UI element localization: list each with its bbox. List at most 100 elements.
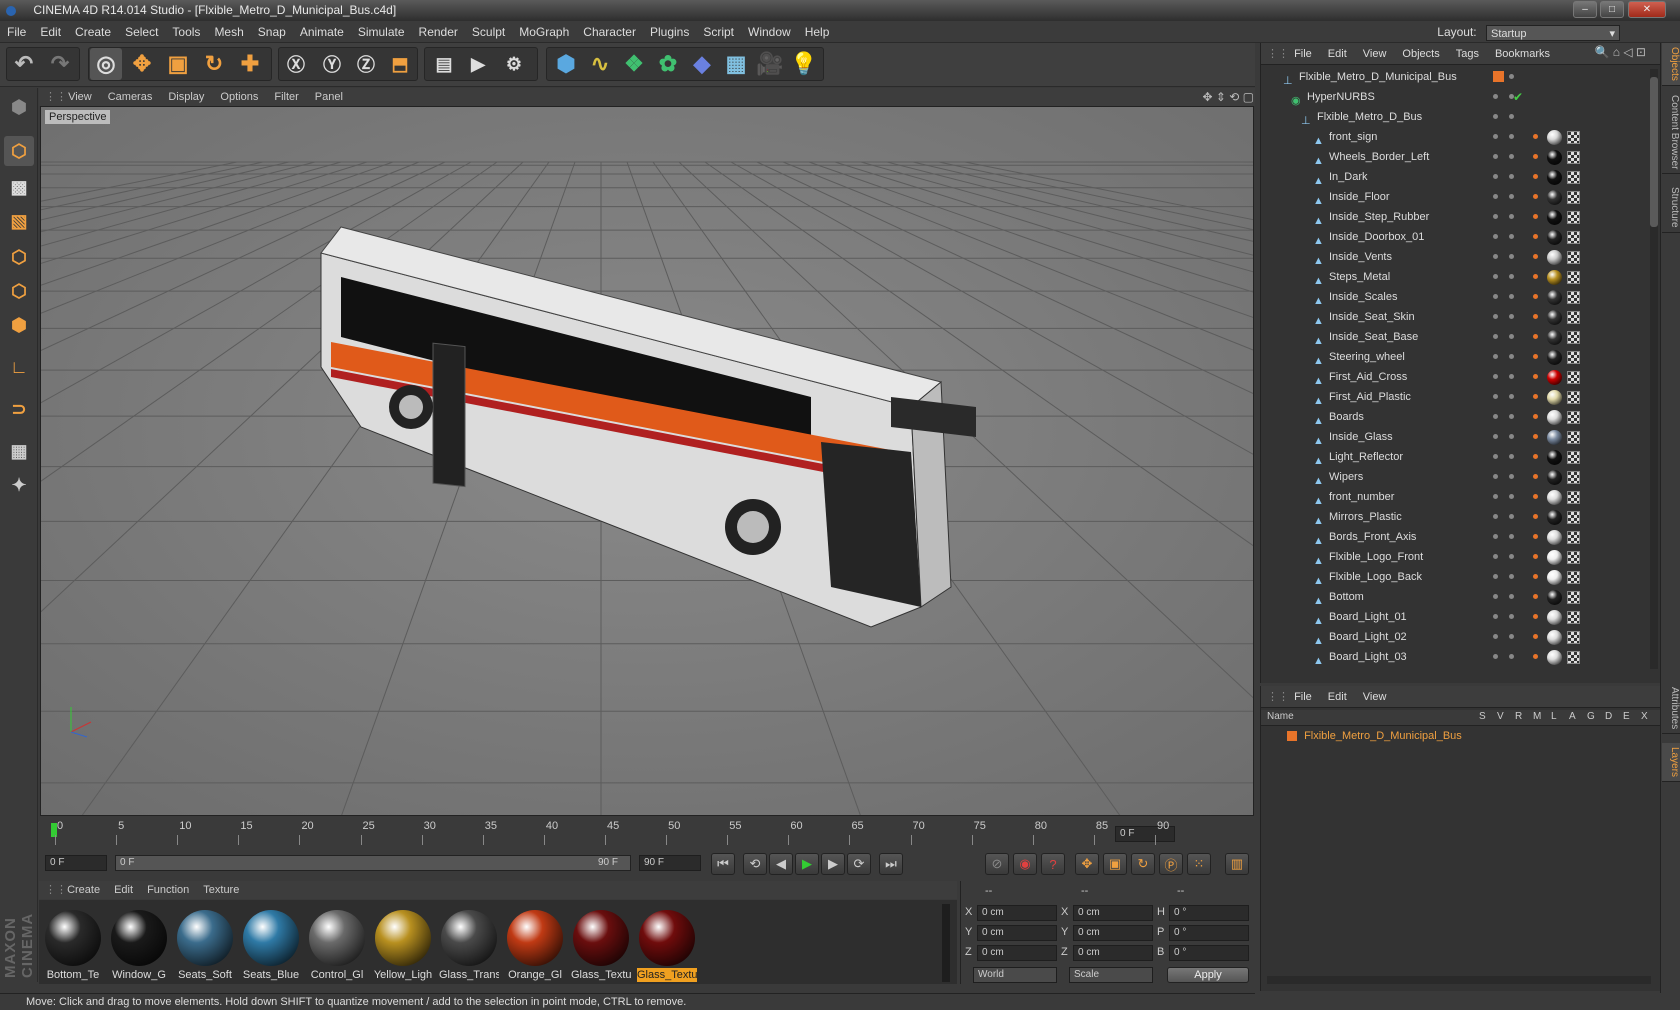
texture-tag-icon[interactable] — [1567, 571, 1580, 584]
texture-tag-icon[interactable] — [1567, 511, 1580, 524]
editor-visibility-dot[interactable] — [1493, 194, 1498, 199]
viewport-menu-options[interactable]: Options — [212, 88, 266, 106]
editor-visibility-dot[interactable] — [1493, 514, 1498, 519]
render-visibility-dot[interactable] — [1509, 134, 1514, 139]
layer-menu-file[interactable]: File — [1286, 686, 1320, 708]
undo-icon[interactable]: ↶ — [8, 48, 40, 80]
texture-tag-icon[interactable] — [1567, 311, 1580, 324]
redo-icon[interactable]: ↷ — [44, 48, 76, 80]
object-row[interactable]: ▲ Flxible_Logo_Back — [1261, 567, 1649, 587]
keyframe-help-icon[interactable]: ? — [1041, 853, 1065, 875]
texture-tag-icon[interactable] — [1567, 551, 1580, 564]
key-pla-icon[interactable]: ⁙ — [1187, 853, 1211, 875]
editor-visibility-dot[interactable] — [1493, 534, 1498, 539]
material-tag-icon[interactable] — [1547, 530, 1562, 545]
object-menu-bookmarks[interactable]: Bookmarks — [1487, 43, 1558, 65]
cube-icon[interactable]: ⬢ — [550, 48, 582, 80]
menu-edit[interactable]: Edit — [33, 21, 68, 43]
phong-tag-icon[interactable] — [1533, 214, 1538, 219]
coord-value-field[interactable]: 0 ° — [1169, 925, 1249, 941]
layout-dropdown[interactable]: Startup ▾ — [1486, 24, 1620, 41]
live-selection-icon[interactable]: ◎ — [90, 48, 122, 80]
material-tag-icon[interactable] — [1547, 630, 1562, 645]
material-menu-function[interactable]: Function — [140, 881, 196, 899]
object-row[interactable]: ▲ Inside_Vents — [1261, 247, 1649, 267]
render-visibility-dot[interactable] — [1509, 614, 1514, 619]
key-rotation-icon[interactable]: ↻ — [1131, 853, 1155, 875]
object-row[interactable]: ▲ Inside_Glass — [1261, 427, 1649, 447]
phong-tag-icon[interactable] — [1533, 234, 1538, 239]
coord-scale-dropdown[interactable]: Scale — [1069, 967, 1153, 983]
material-tag-icon[interactable] — [1547, 550, 1562, 565]
side-tab-content-browser[interactable]: Content Browser — [1662, 91, 1680, 175]
object-row[interactable]: ▲ Light_Reflector — [1261, 447, 1649, 467]
coord-mode-dropdown[interactable]: World — [973, 967, 1057, 983]
render-visibility-dot[interactable] — [1509, 634, 1514, 639]
object-row[interactable]: ▲ Board_Light_02 — [1261, 627, 1649, 647]
phong-tag-icon[interactable] — [1533, 334, 1538, 339]
material-menu-edit[interactable]: Edit — [107, 881, 140, 899]
editor-visibility-dot[interactable] — [1493, 474, 1498, 479]
coord-value-field[interactable]: 0 ° — [1169, 945, 1249, 961]
menu-simulate[interactable]: Simulate — [351, 21, 412, 43]
object-menu-view[interactable]: View — [1355, 43, 1395, 65]
layer-name[interactable]: Flxible_Metro_D_Municipal_Bus — [1304, 730, 1462, 742]
layer-tag-icon[interactable] — [1493, 71, 1504, 82]
y-axis-icon[interactable]: Ⓨ — [316, 48, 348, 80]
object-row[interactable]: ◉ HyperNURBS ✔ — [1261, 87, 1649, 107]
object-row[interactable]: ▲ Steering_wheel — [1261, 347, 1649, 367]
object-row[interactable]: ⊥ Flxible_Metro_D_Municipal_Bus — [1261, 67, 1649, 87]
material-tag-icon[interactable] — [1547, 590, 1562, 605]
render-visibility-dot[interactable] — [1509, 154, 1514, 159]
editor-visibility-dot[interactable] — [1493, 254, 1498, 259]
viewport-menu-view[interactable]: View — [60, 88, 100, 106]
texture-tag-icon[interactable] — [1567, 211, 1580, 224]
maximize-button[interactable]: □ — [1600, 1, 1624, 18]
editor-visibility-dot[interactable] — [1493, 214, 1498, 219]
phong-tag-icon[interactable] — [1533, 454, 1538, 459]
texture-mode-icon[interactable]: ▩ — [4, 172, 34, 202]
object-menu-file[interactable]: File — [1286, 43, 1320, 65]
close-button[interactable]: ✕ — [1628, 1, 1666, 18]
material-tag-icon[interactable] — [1547, 210, 1562, 225]
texture-tag-icon[interactable] — [1567, 531, 1580, 544]
object-row[interactable]: ▲ Inside_Step_Rubber — [1261, 207, 1649, 227]
menu-help[interactable]: Help — [798, 21, 837, 43]
object-row[interactable]: ▲ Steps_Metal — [1261, 267, 1649, 287]
phong-tag-icon[interactable] — [1533, 394, 1538, 399]
spline-icon[interactable]: ∿ — [584, 48, 616, 80]
object-menu-objects[interactable]: Objects — [1394, 43, 1447, 65]
menu-character[interactable]: Character — [576, 21, 643, 43]
texture-tag-icon[interactable] — [1567, 411, 1580, 424]
phong-tag-icon[interactable] — [1533, 374, 1538, 379]
material-swatch[interactable]: Glass_Textu — [571, 908, 631, 982]
object-row[interactable]: ▲ Flxible_Logo_Front — [1261, 547, 1649, 567]
camera-icon[interactable]: 🎥 — [754, 48, 786, 80]
render-visibility-dot[interactable] — [1509, 454, 1514, 459]
phong-tag-icon[interactable] — [1533, 154, 1538, 159]
render-visibility-dot[interactable] — [1509, 214, 1514, 219]
render-visibility-dot[interactable] — [1509, 294, 1514, 299]
prev-key-icon[interactable]: ⟲ — [743, 853, 767, 875]
phong-tag-icon[interactable] — [1533, 634, 1538, 639]
texture-tag-icon[interactable] — [1567, 291, 1580, 304]
render-visibility-dot[interactable] — [1509, 254, 1514, 259]
deformer-icon[interactable]: ◆ — [686, 48, 718, 80]
texture-tag-icon[interactable] — [1567, 171, 1580, 184]
material-tag-icon[interactable] — [1547, 130, 1562, 145]
phong-tag-icon[interactable] — [1533, 514, 1538, 519]
side-tab-structure[interactable]: Structure — [1662, 183, 1680, 233]
object-row[interactable]: ▲ Bords_Front_Axis — [1261, 527, 1649, 547]
editor-visibility-dot[interactable] — [1493, 414, 1498, 419]
material-tag-icon[interactable] — [1547, 610, 1562, 625]
material-tag-icon[interactable] — [1547, 450, 1562, 465]
menu-file[interactable]: File — [0, 21, 33, 43]
side-tab-layers[interactable]: Layers — [1662, 743, 1680, 783]
material-tag-icon[interactable] — [1547, 150, 1562, 165]
material-tag-icon[interactable] — [1547, 390, 1562, 405]
render-visibility-dot[interactable] — [1509, 554, 1514, 559]
material-tag-icon[interactable] — [1547, 230, 1562, 245]
tweak-mode-icon[interactable]: ⊃ — [4, 394, 34, 424]
coord-value-field[interactable]: 0 cm — [977, 925, 1057, 941]
render-visibility-dot[interactable] — [1509, 74, 1514, 79]
